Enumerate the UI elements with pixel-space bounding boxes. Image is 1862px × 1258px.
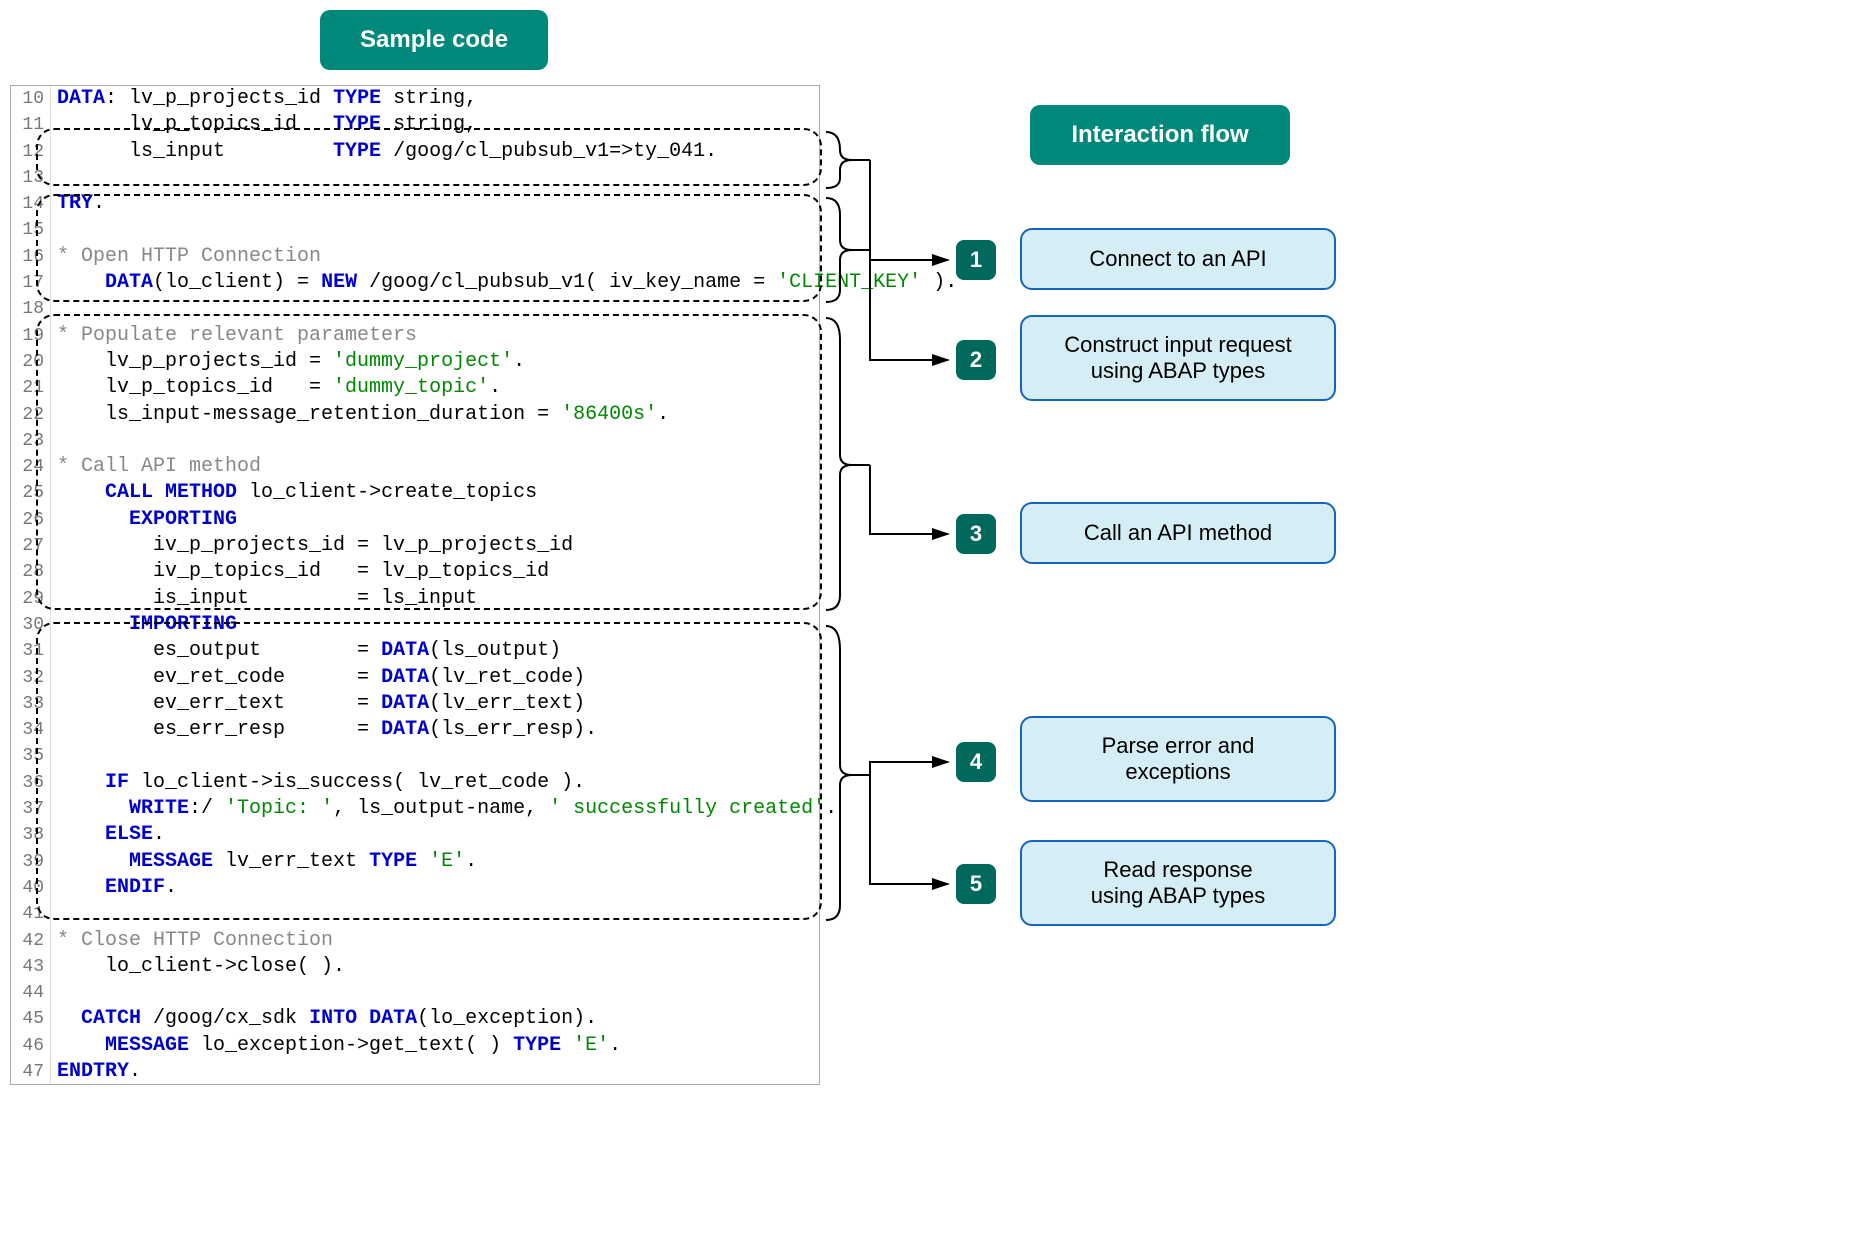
interaction-flow-label: Interaction flow <box>1030 105 1290 165</box>
step-badge-1: 1 <box>956 240 996 280</box>
flow-step-3-label: Call an API method <box>1084 520 1272 546</box>
code-content: DATA: lv_p_projects_id TYPE string, lv_p… <box>51 86 957 1085</box>
sample-code-label: Sample code <box>320 10 548 70</box>
step-badge-2: 2 <box>956 340 996 380</box>
flow-step-2: Construct input request using ABAP types <box>1020 315 1336 401</box>
flow-step-5: Read response using ABAP types <box>1020 840 1336 926</box>
code-editor: 1011121314151617181920212223242526272829… <box>10 85 820 1085</box>
flow-step-2-label: Construct input request using ABAP types <box>1064 332 1291 384</box>
step-badge-3: 3 <box>956 514 996 554</box>
flow-step-1-label: Connect to an API <box>1089 246 1266 272</box>
flow-step-4: Parse error and exceptions <box>1020 716 1336 802</box>
step-badge-4: 4 <box>956 742 996 782</box>
flow-step-5-label: Read response using ABAP types <box>1091 857 1266 909</box>
flow-step-4-label: Parse error and exceptions <box>1102 733 1255 785</box>
flow-step-1: Connect to an API <box>1020 228 1336 290</box>
line-number-gutter: 1011121314151617181920212223242526272829… <box>11 86 51 1084</box>
flow-step-3: Call an API method <box>1020 502 1336 564</box>
step-badge-5: 5 <box>956 864 996 904</box>
